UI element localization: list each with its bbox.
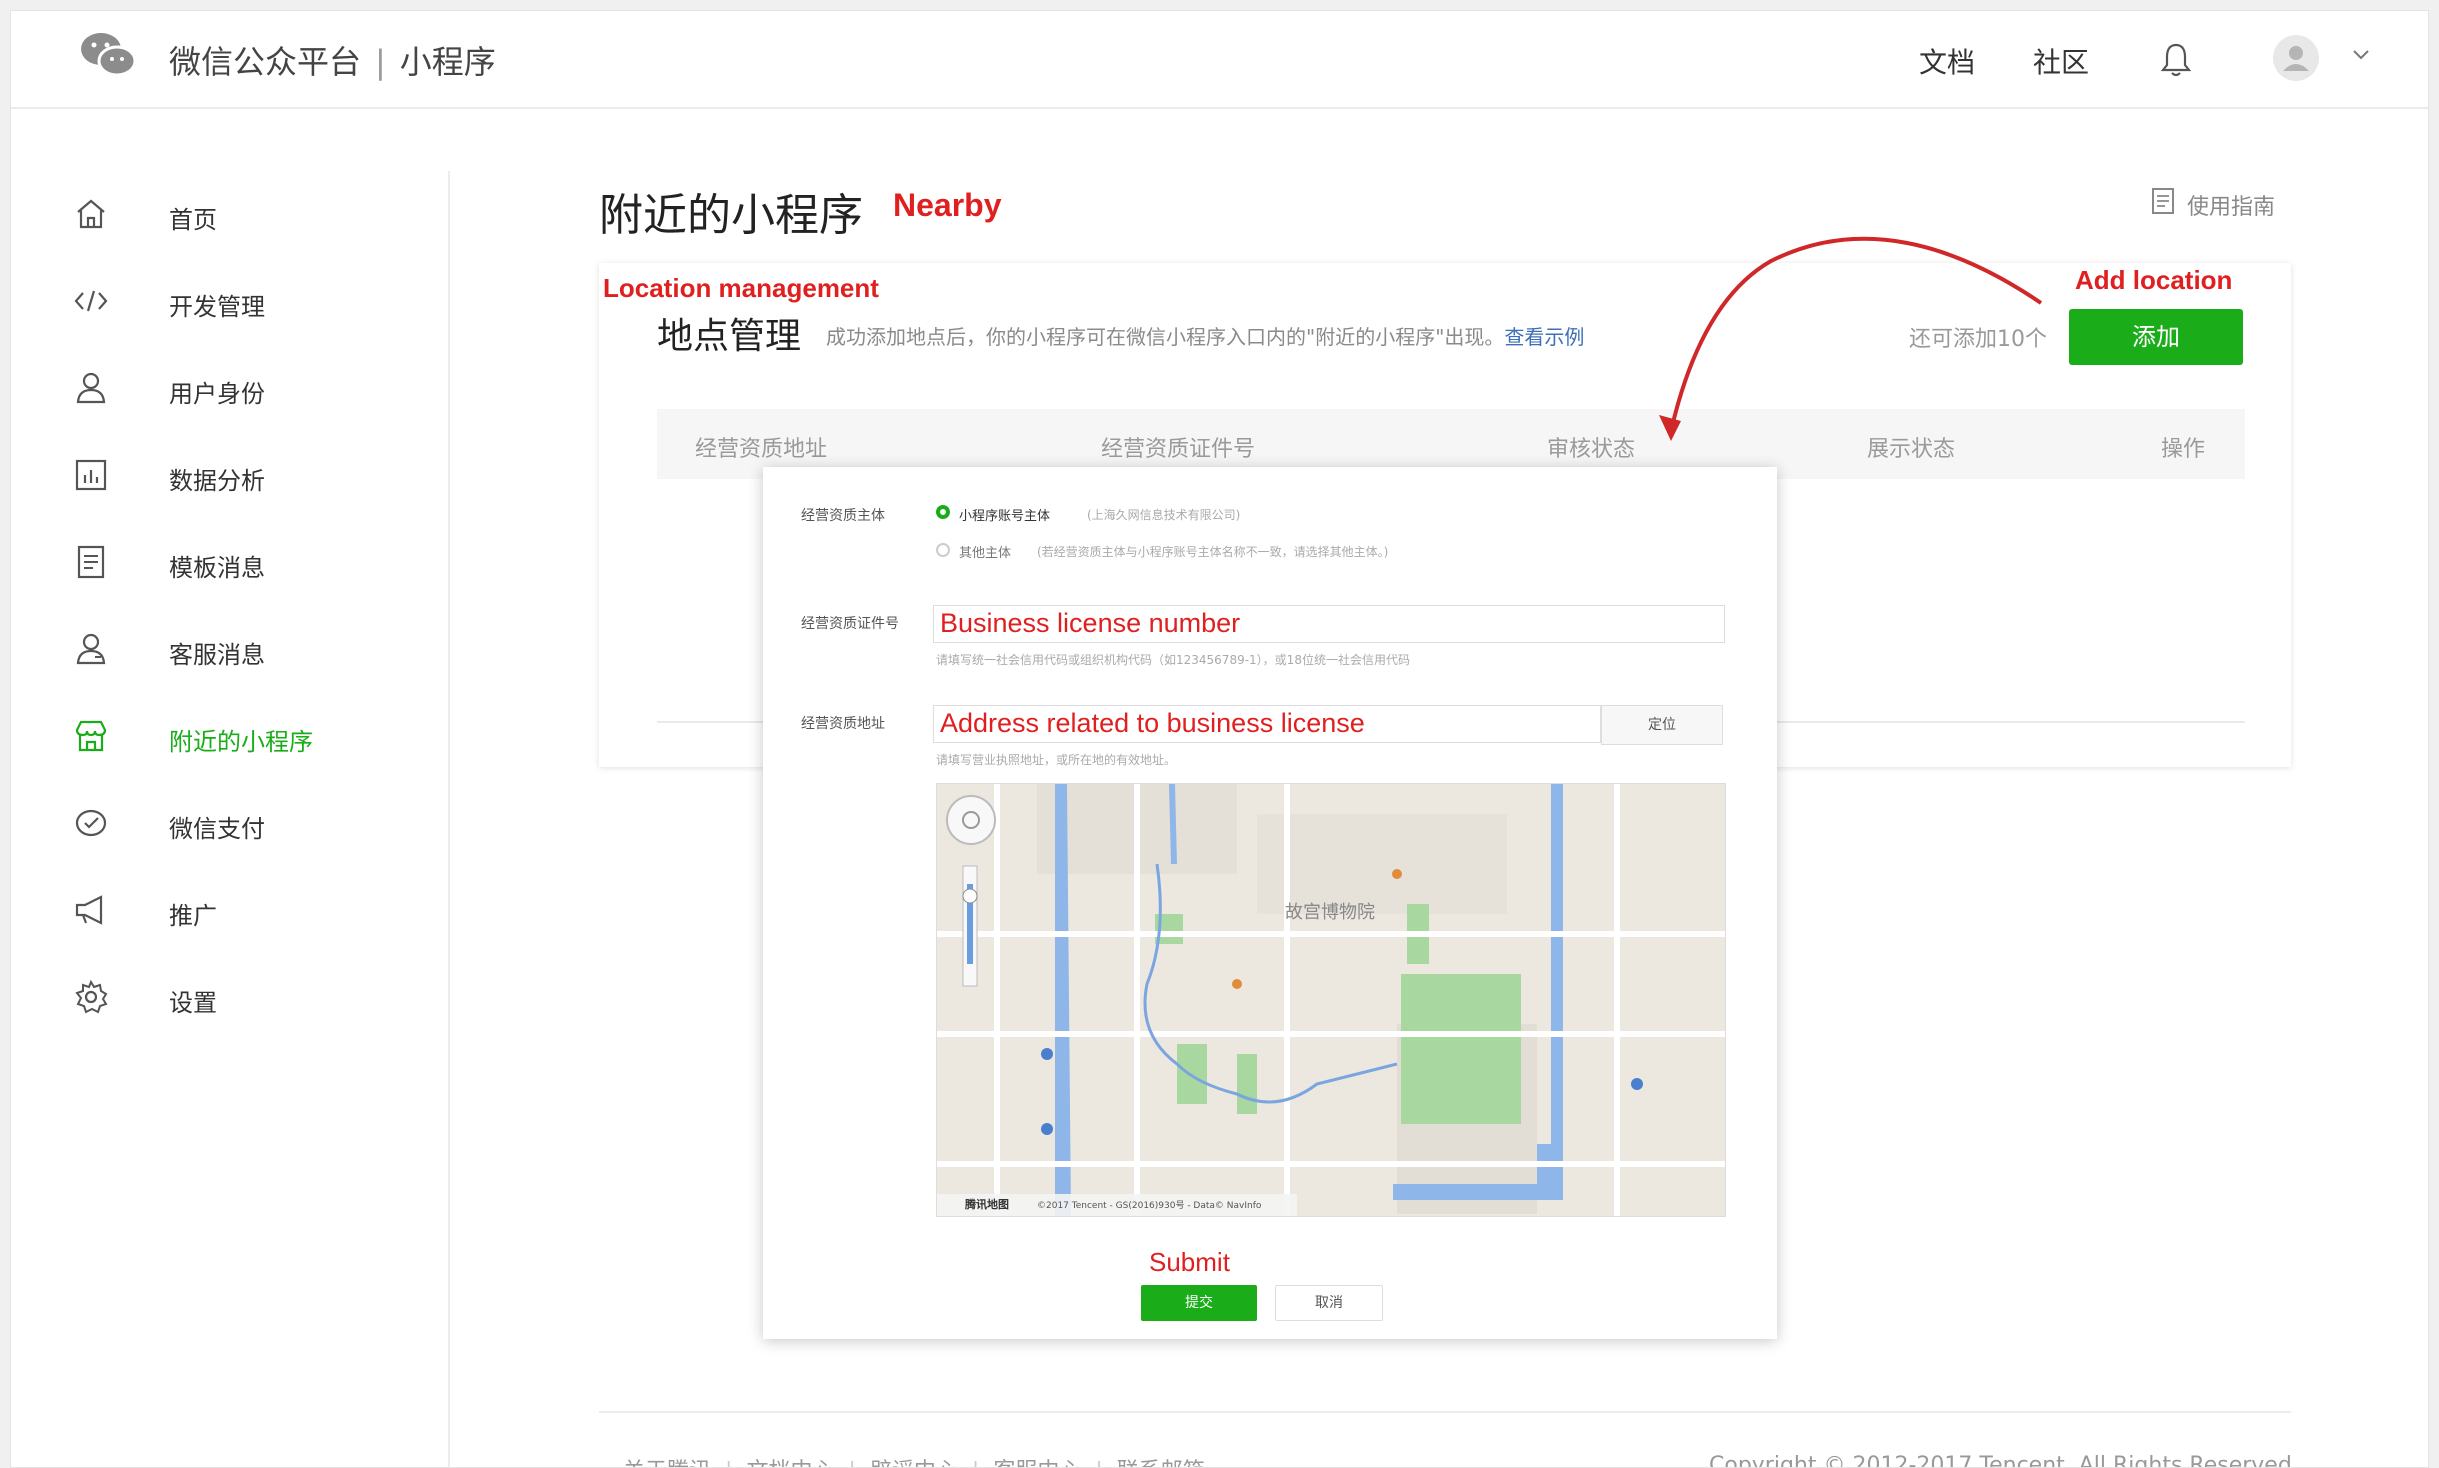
address-label: 经营资质地址 <box>801 716 885 732</box>
address-help-text: 请填写营业执照地址，或所在地的有效地址。 <box>936 753 1177 767</box>
map-view[interactable]: 故宫博物院 腾讯地图 ©2017 Tencent - GS(2016)930号 … <box>936 783 1726 1217</box>
copyright-text: Copyright © 2012-2017 Tencent. All Right… <box>1709 1453 2299 1468</box>
footer-link[interactable]: 文档中心 <box>746 1459 834 1467</box>
footer-link[interactable]: 客服中心 <box>993 1459 1081 1467</box>
option-account-subject[interactable]: 小程序账号主体 <box>959 505 1050 524</box>
radio-account-subject[interactable] <box>936 505 950 519</box>
submit-button[interactable]: 提交 <box>1141 1285 1257 1321</box>
locate-button[interactable]: 定位 <box>1601 705 1723 745</box>
map-landmark-label: 故宫博物院 <box>1285 902 1375 923</box>
footer-link[interactable]: 辟谣中心 <box>870 1459 958 1467</box>
cancel-button[interactable]: 取消 <box>1275 1285 1383 1321</box>
browser-frame: 微信公众平台 | 小程序 文档 社区 首页 开发管理 用户身份 数据分析 模板消… <box>10 10 2429 1468</box>
annotation-submit: Submit <box>1149 1247 1230 1277</box>
option-other-hint: (若经营资质主体与小程序账号主体名称不一致，请选择其他主体。) <box>1037 545 1389 559</box>
footer-divider <box>599 1411 2291 1413</box>
address-value: Address related to business license <box>940 708 1365 738</box>
option-account-hint: (上海久网信息技术有限公司) <box>1087 508 1241 522</box>
footer-links: 关于腾讯|文档中心|辟谣中心|客服中心|联系邮箱 <box>623 1453 1205 1467</box>
footer-link[interactable]: 联系邮箱 <box>1117 1459 1205 1467</box>
map-brand: 腾讯地图 <box>965 1198 1009 1211</box>
license-number-value: Business license number <box>940 608 1241 638</box>
map-credit: ©2017 Tencent - GS(2016)930号 - Data© Nav… <box>1037 1201 1262 1211</box>
subject-label: 经营资质主体 <box>801 508 885 524</box>
address-input[interactable]: Address related to business license <box>933 705 1601 743</box>
footer-link[interactable]: 关于腾讯 <box>623 1459 711 1467</box>
radio-other-subject[interactable] <box>936 543 950 557</box>
option-other-subject[interactable]: 其他主体 <box>959 542 1011 561</box>
license-number-input[interactable]: Business license number <box>933 605 1725 643</box>
license-label: 经营资质证件号 <box>801 616 899 632</box>
license-help-text: 请填写统一社会信用代码或组织机构代码（如123456789-1），或18位统一社… <box>936 653 1410 667</box>
